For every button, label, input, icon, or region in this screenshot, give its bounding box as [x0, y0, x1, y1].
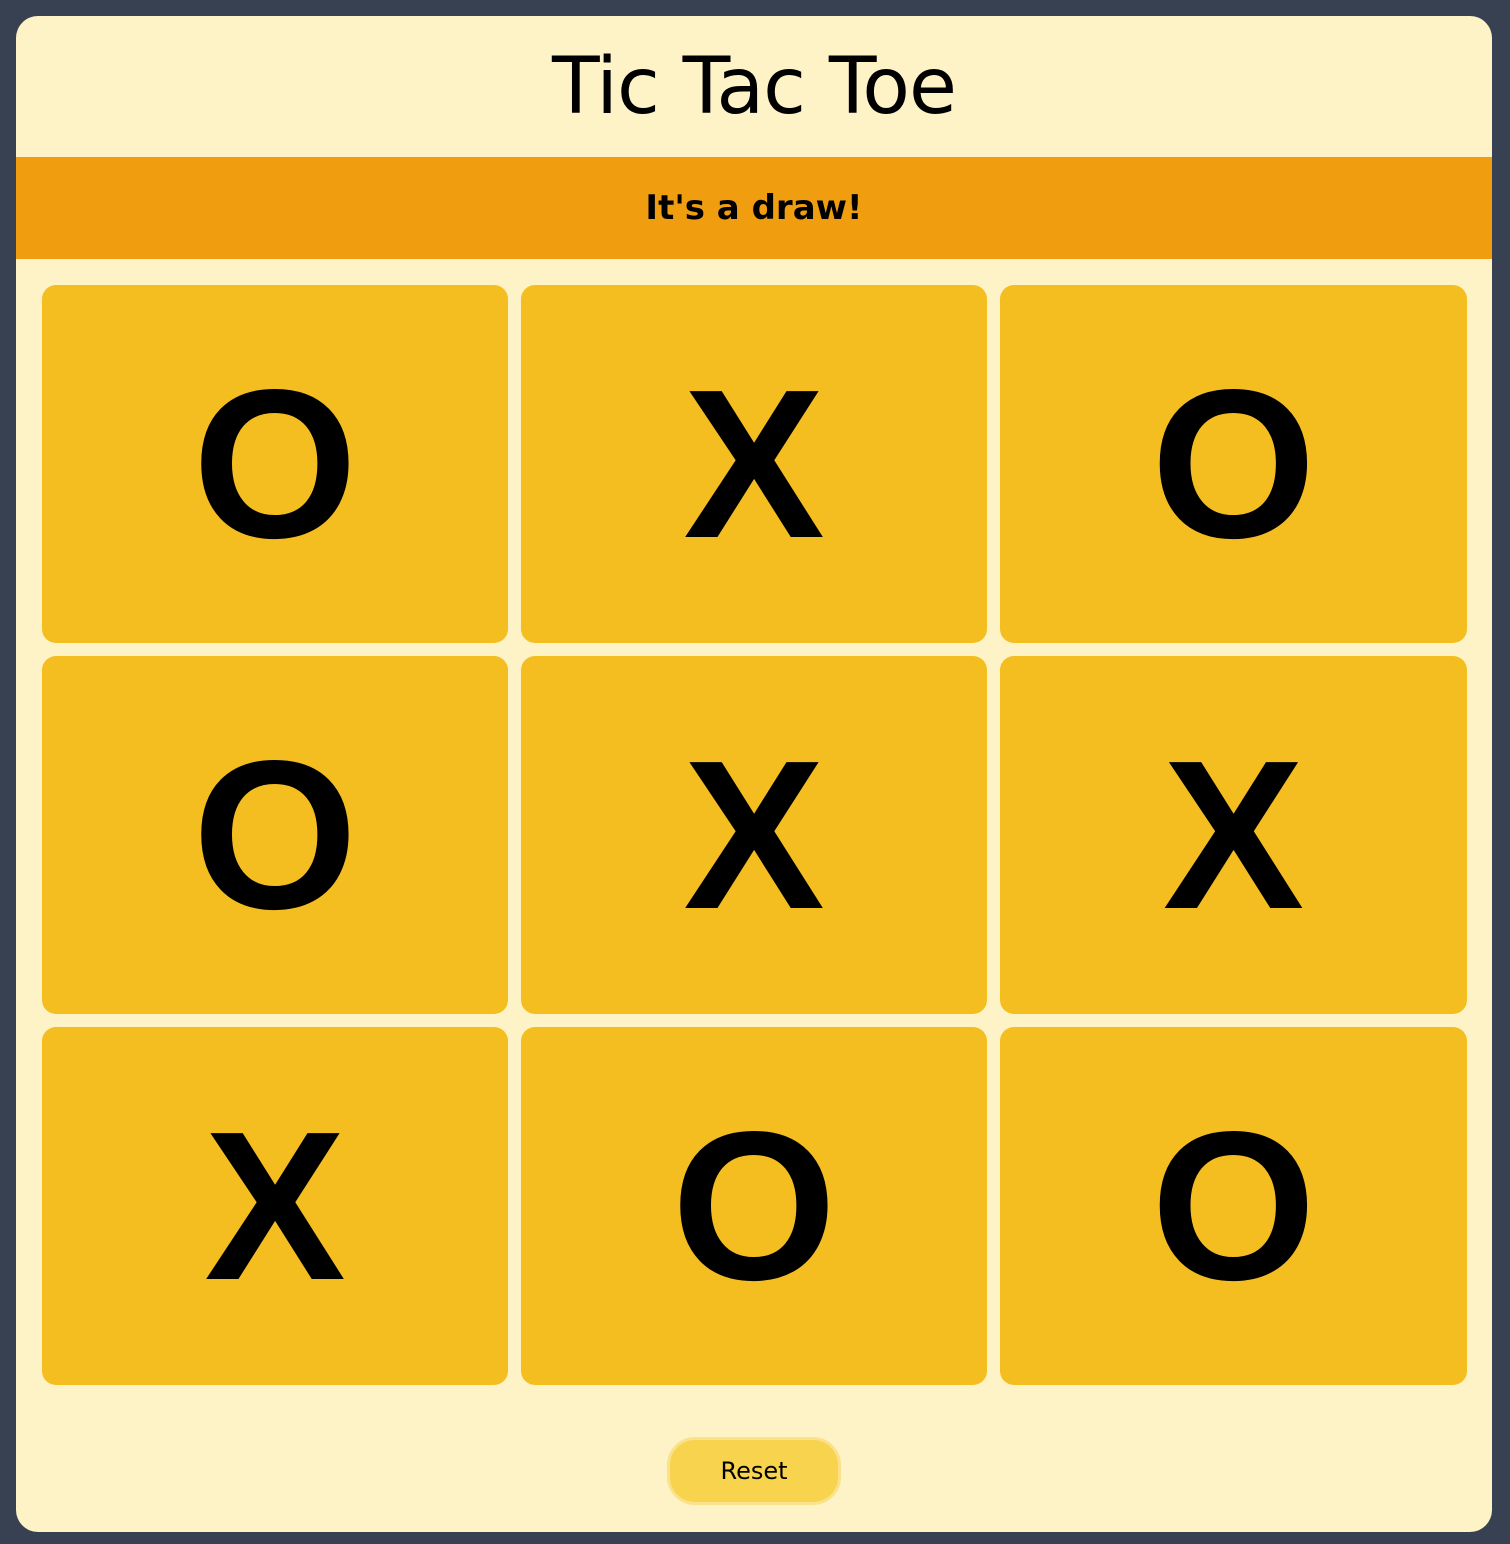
board-cell-1[interactable]: O: [42, 285, 508, 643]
board-cell-5[interactable]: X: [521, 656, 987, 1014]
cell-mark: X: [683, 345, 825, 582]
board-cell-8[interactable]: O: [521, 1027, 987, 1385]
cell-mark: O: [192, 716, 358, 953]
game-board: O X O O X X X O O: [42, 285, 1467, 1386]
cell-mark: X: [683, 716, 825, 953]
board-cell-4[interactable]: O: [42, 656, 508, 1014]
reset-button[interactable]: Reset: [667, 1437, 841, 1505]
status-banner: It's a draw!: [16, 157, 1492, 259]
page-title: Tic Tac Toe: [552, 41, 957, 132]
cell-mark: X: [1162, 716, 1305, 953]
cell-mark: O: [192, 345, 358, 582]
cell-mark: X: [204, 1087, 346, 1324]
board-cell-3[interactable]: O: [1000, 285, 1467, 643]
cell-mark: O: [671, 1087, 837, 1324]
cell-mark: O: [1151, 345, 1316, 582]
board-cell-9[interactable]: O: [1000, 1027, 1467, 1385]
cell-mark: O: [1151, 1087, 1316, 1324]
status-message: It's a draw!: [645, 188, 863, 228]
board-cell-2[interactable]: X: [521, 285, 987, 643]
board-cell-7[interactable]: X: [42, 1027, 508, 1385]
game-panel: Tic Tac Toe It's a draw! O X O O X X X O…: [16, 16, 1492, 1532]
board-cell-6[interactable]: X: [1000, 656, 1467, 1014]
